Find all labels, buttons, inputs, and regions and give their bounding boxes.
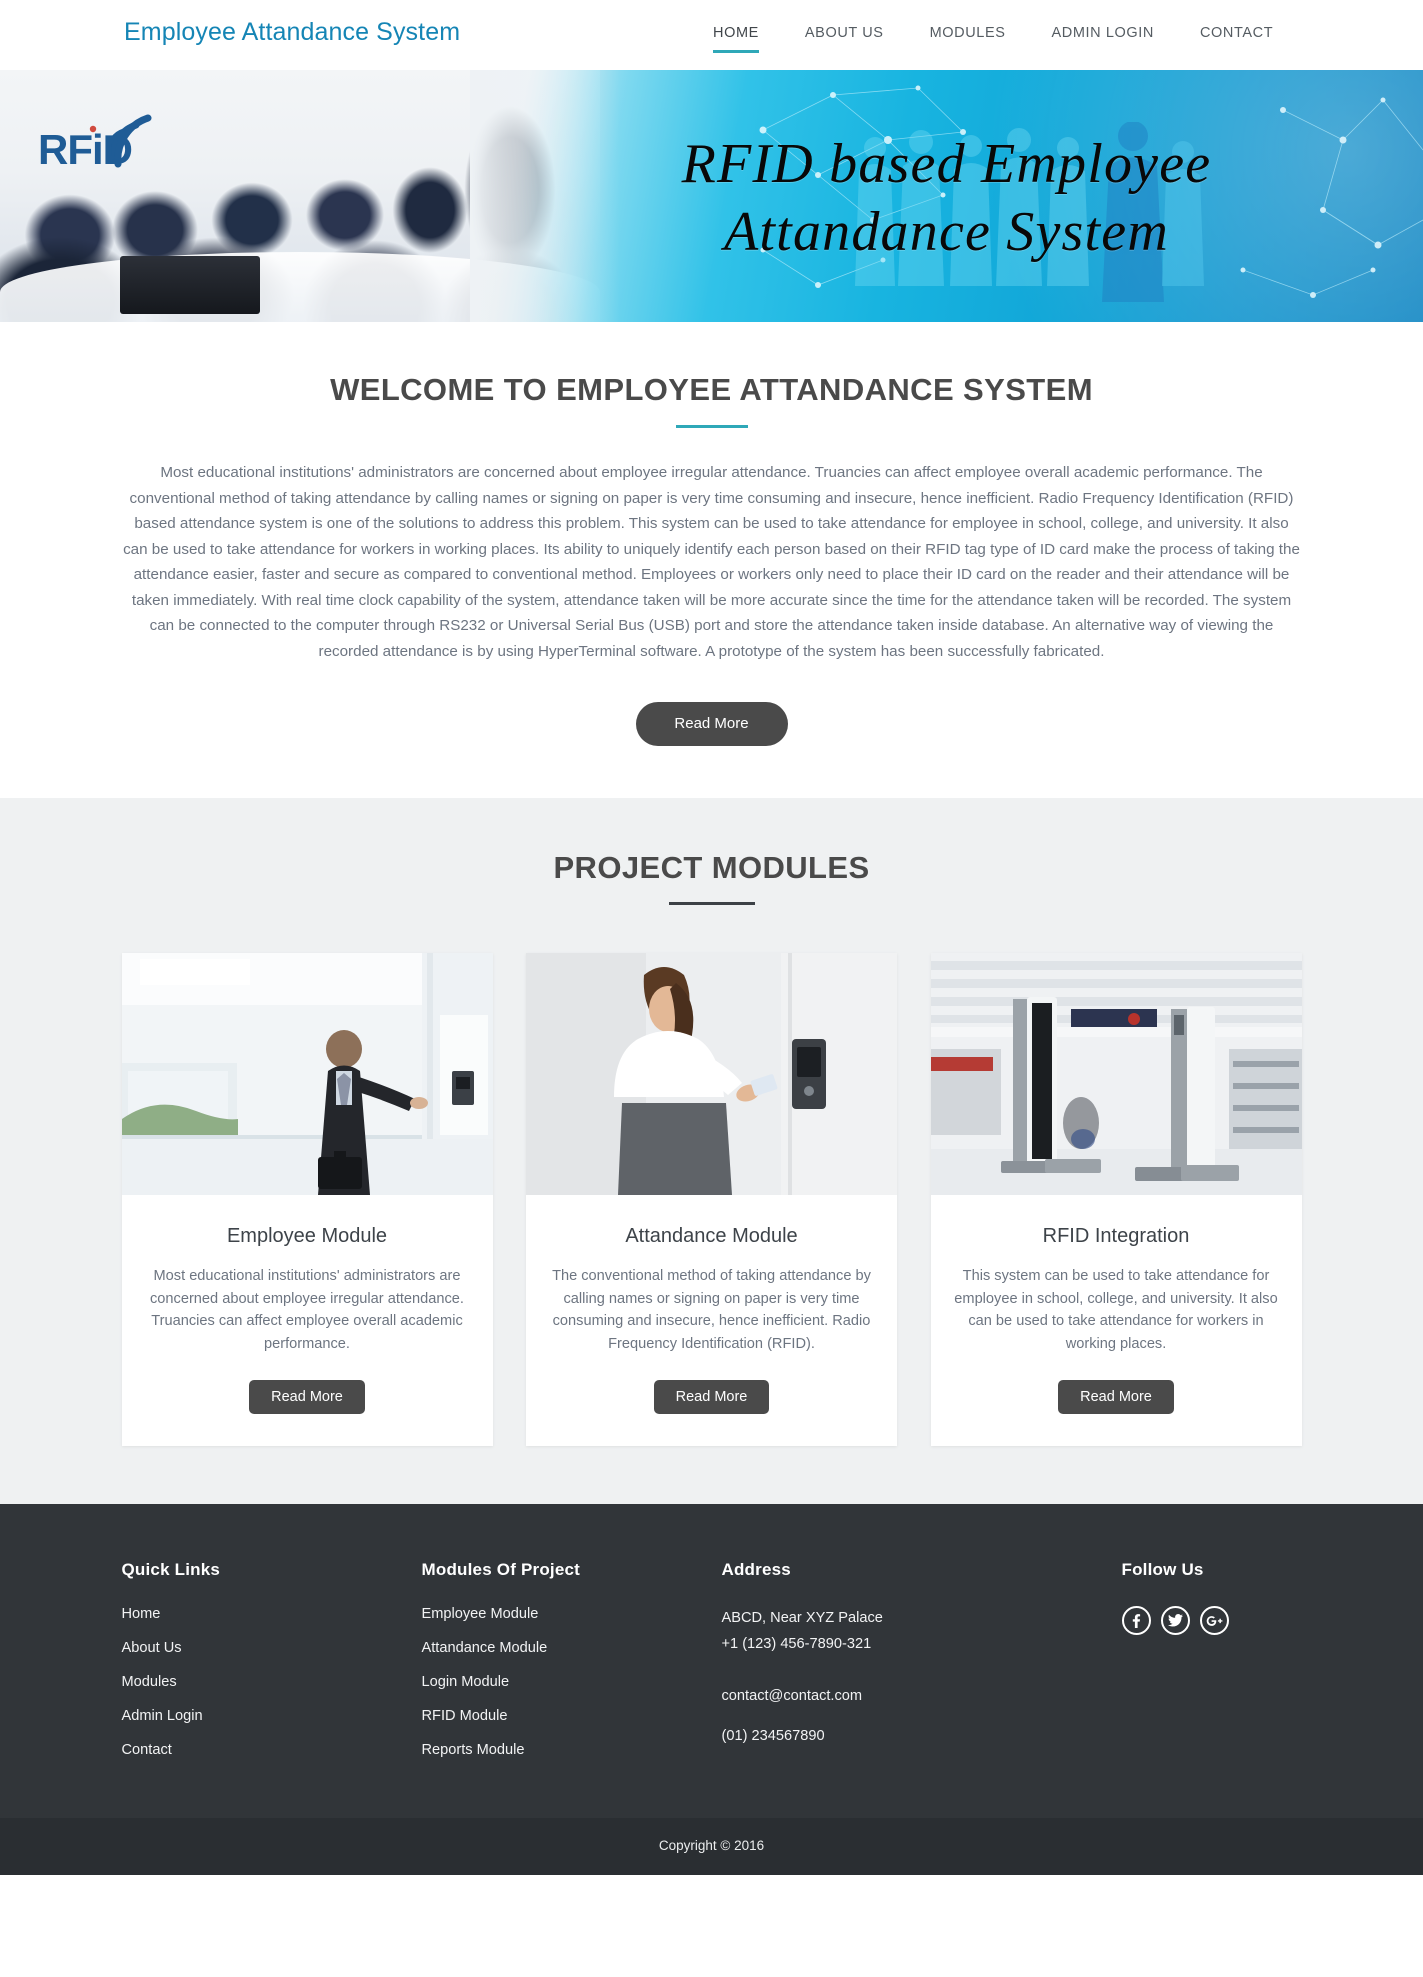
module-card[interactable]: Attandance Module The conventional metho… xyxy=(526,953,897,1446)
hero-title-line2: Attandance System xyxy=(724,201,1169,264)
footer-link-reports-module[interactable]: Reports Module xyxy=(422,1742,722,1758)
social-links xyxy=(1121,1606,1302,1635)
welcome-title: WELCOME TO EMPLOYEE ATTANDANCE SYSTEM xyxy=(330,372,1093,407)
hero-title: RFID based Employee Attandance System xyxy=(470,130,1423,267)
footer-column-follow-us: Follow Us xyxy=(1121,1560,1302,1776)
module-card-image xyxy=(930,953,1302,1195)
footer-link-rfid-module[interactable]: RFID Module xyxy=(422,1708,722,1724)
module-card-list: Employee Module Most educational institu… xyxy=(121,953,1302,1446)
google-plus-icon[interactable] xyxy=(1199,1606,1229,1635)
footer-link-about-us[interactable]: About Us xyxy=(122,1640,422,1656)
footer-address-line2: +1 (123) 456-7890-321 xyxy=(721,1636,872,1652)
footer-quick-links-title: Quick Links xyxy=(121,1560,221,1579)
module-card-read-more-button[interactable]: Read More xyxy=(249,1380,365,1414)
welcome-section: WELCOME TO EMPLOYEE ATTANDANCE SYSTEM Mo… xyxy=(0,322,1423,798)
footer-link-admin-login[interactable]: Admin Login xyxy=(122,1708,422,1724)
nav-item-contact[interactable]: CONTACT xyxy=(1177,23,1296,43)
main-navigation: HOME ABOUT US MODULES ADMIN LOGIN CONTAC… xyxy=(690,23,1296,53)
twitter-icon[interactable] xyxy=(1160,1606,1190,1635)
laptop xyxy=(120,256,260,314)
footer-address-phone[interactable]: (01) 234567890 xyxy=(722,1724,1122,1748)
footer-link-attandance-module[interactable]: Attandance Module xyxy=(422,1640,722,1656)
svg-text:RFiD: RFiD xyxy=(38,126,132,173)
footer-link-modules[interactable]: Modules xyxy=(122,1674,422,1690)
hero-banner: RFiD RFID based Employee Attandance Syst… xyxy=(0,70,1423,322)
nav-item-about-us[interactable]: ABOUT US xyxy=(782,23,907,43)
footer-link-employee-module[interactable]: Employee Module xyxy=(422,1606,722,1622)
welcome-paragraph: Most educational institutions' administr… xyxy=(123,464,1300,660)
footer-link-login-module[interactable]: Login Module xyxy=(422,1674,722,1690)
modules-title-underline xyxy=(668,902,755,905)
site-brand[interactable]: Employee Attandance System xyxy=(124,18,460,47)
nav-item-home[interactable]: HOME xyxy=(690,23,782,53)
footer-column-modules: Modules Of Project Employee Module Attan… xyxy=(422,1560,722,1776)
footer-follow-title: Follow Us xyxy=(1121,1560,1204,1579)
copyright-bar: Copyright © 2016 xyxy=(0,1818,1423,1875)
modules-title: PROJECT MODULES xyxy=(553,850,870,885)
module-card-body: Attandance Module The conventional metho… xyxy=(526,1195,897,1446)
footer-column-address: Address ABCD, Near XYZ Palace +1 (123) 4… xyxy=(722,1560,1122,1776)
copyright-text: Copyright © 2016 xyxy=(658,1838,765,1853)
footer-link-contact[interactable]: Contact xyxy=(122,1742,422,1758)
module-card-text: This system can be used to take attendan… xyxy=(954,1268,1278,1352)
footer-address-title: Address xyxy=(721,1560,791,1579)
module-card-text: Most educational institutions' administr… xyxy=(150,1268,464,1352)
footer-link-home[interactable]: Home xyxy=(122,1606,422,1622)
module-card[interactable]: Employee Module Most educational institu… xyxy=(121,953,493,1446)
module-card-title: Attandance Module xyxy=(625,1225,798,1247)
nav-item-modules[interactable]: MODULES xyxy=(907,23,1029,43)
module-card-title: Employee Module xyxy=(226,1225,388,1247)
site-footer: Quick Links Home About Us Modules Admin … xyxy=(0,1504,1423,1818)
module-card-body: RFID Integration This system can be used… xyxy=(931,1195,1302,1446)
module-card-image xyxy=(526,953,897,1195)
project-modules-section: PROJECT MODULES Employee Module Most edu… xyxy=(0,798,1423,1504)
hero-title-line1: RFID based Employee xyxy=(681,133,1212,195)
facebook-icon[interactable] xyxy=(1121,1606,1151,1635)
module-card[interactable]: RFID Integration This system can be used… xyxy=(930,953,1302,1446)
module-card-read-more-button[interactable]: Read More xyxy=(1058,1380,1174,1414)
nav-item-admin-login[interactable]: ADMIN LOGIN xyxy=(1029,23,1177,43)
footer-modules-title: Modules Of Project xyxy=(421,1560,581,1579)
module-card-read-more-button[interactable]: Read More xyxy=(653,1380,770,1414)
welcome-read-more-button[interactable]: Read More xyxy=(635,702,788,746)
module-card-body: Employee Module Most educational institu… xyxy=(122,1195,493,1446)
module-card-text: The conventional method of taking attend… xyxy=(552,1268,871,1352)
rfid-logo-icon: RFiD xyxy=(38,114,152,173)
module-card-image xyxy=(121,953,493,1195)
footer-column-quick-links: Quick Links Home About Us Modules Admin … xyxy=(122,1560,422,1776)
welcome-title-underline xyxy=(675,425,748,428)
footer-address-line1: ABCD, Near XYZ Palace xyxy=(721,1610,883,1626)
footer-address-email[interactable]: contact@contact.com xyxy=(722,1684,1122,1708)
module-card-title: RFID Integration xyxy=(1042,1225,1190,1247)
site-header: Employee Attandance System HOME ABOUT US… xyxy=(0,0,1423,70)
